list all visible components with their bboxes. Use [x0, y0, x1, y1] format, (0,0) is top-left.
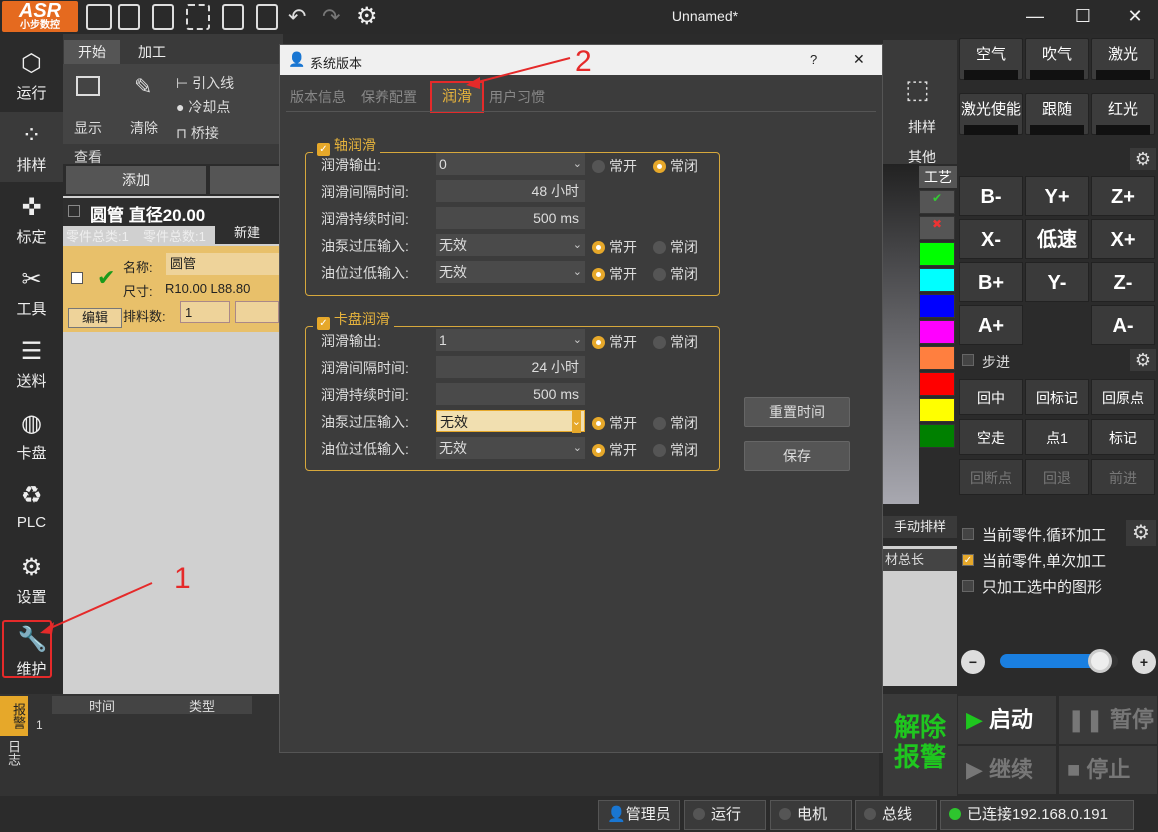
annotation-arrowhead-2	[466, 77, 480, 89]
annotation-arrows	[40, 57, 571, 634]
annotation-arrowhead-1	[40, 622, 54, 634]
annotation-arrow-1	[45, 582, 153, 631]
annotation-arrow-2	[473, 57, 571, 84]
